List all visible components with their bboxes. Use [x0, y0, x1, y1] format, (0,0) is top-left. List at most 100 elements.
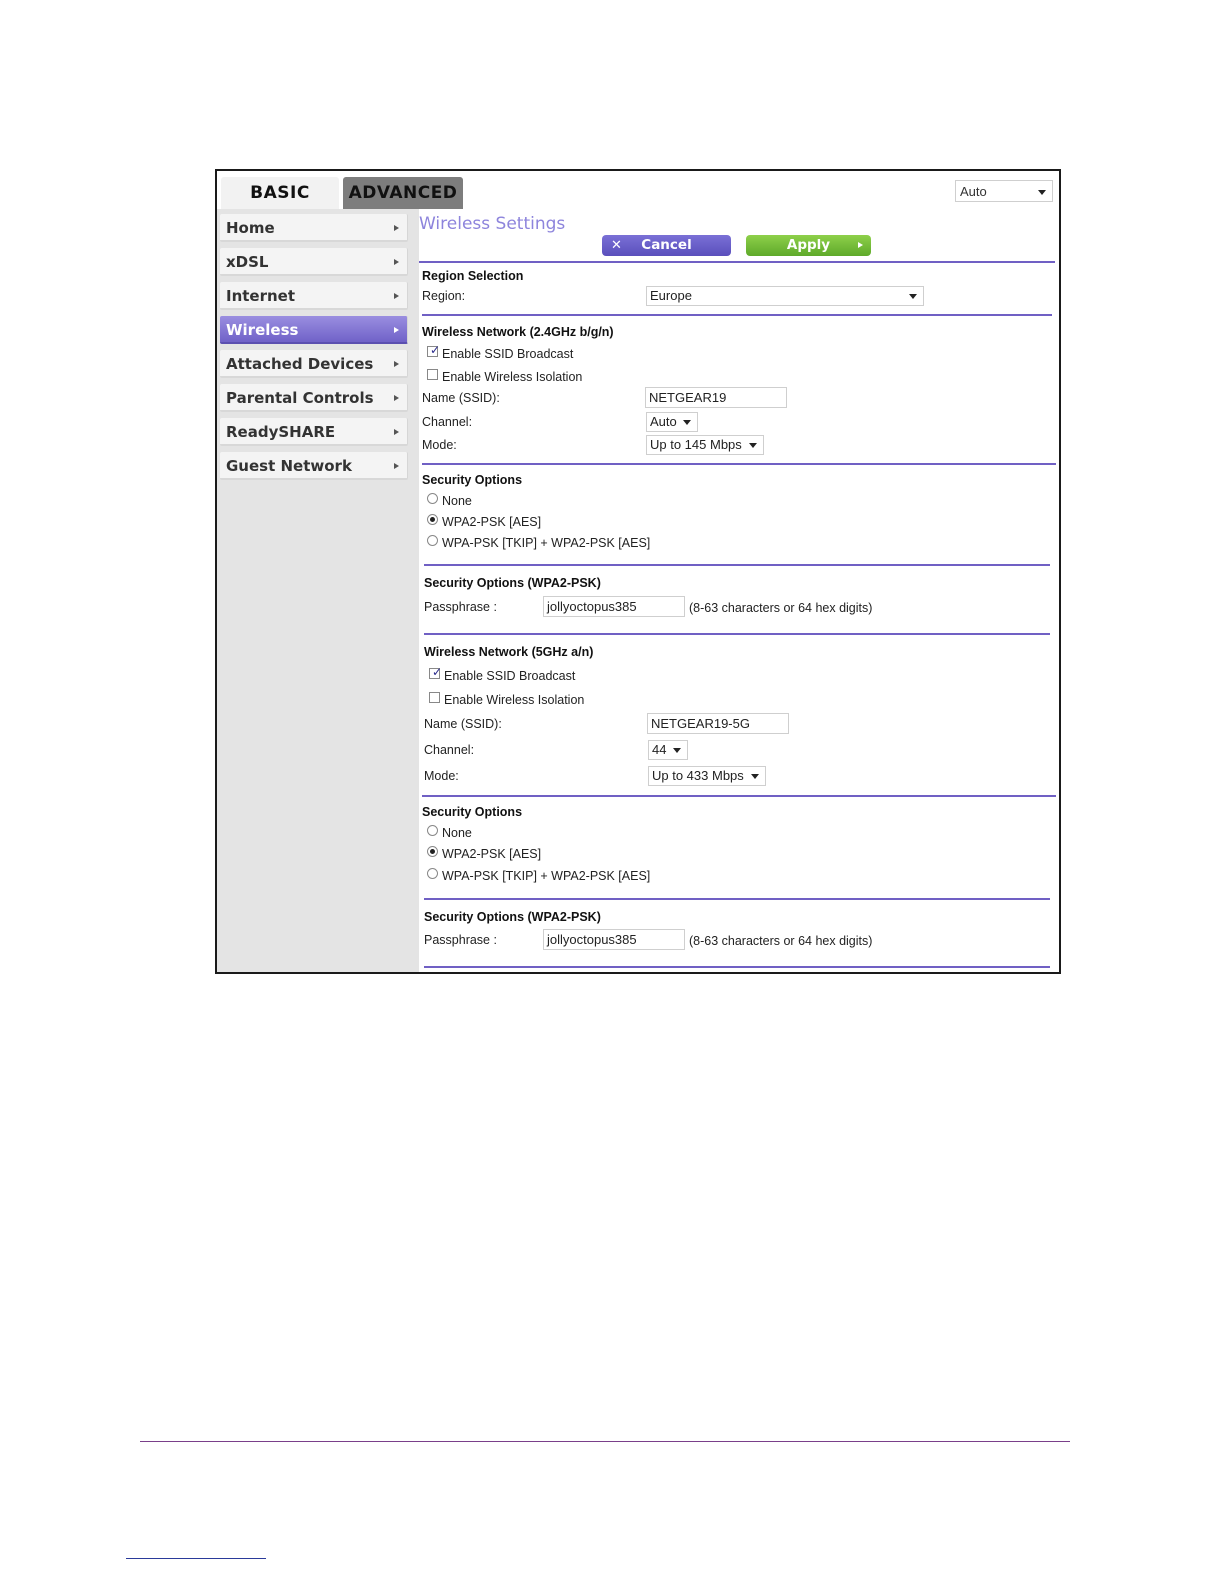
chevron-down-icon: [683, 420, 691, 425]
chevron-down-icon: [1038, 190, 1046, 195]
sidebar-item-label: Parental Controls: [226, 389, 374, 407]
passphrase-24-input[interactable]: jollyoctopus385: [543, 596, 685, 617]
channel-24-value: Auto: [650, 414, 677, 429]
ssid-24-input[interactable]: NETGEAR19: [645, 387, 787, 408]
mode-5g-select[interactable]: Up to 433 Mbps: [648, 766, 766, 786]
mode-24-select[interactable]: Up to 145 Mbps: [646, 435, 764, 455]
chevron-right-icon: [394, 293, 399, 299]
sidebar-item-label: Home: [226, 219, 275, 237]
sidebar-item-label: xDSL: [226, 253, 269, 271]
passphrase-5g-input[interactable]: jollyoctopus385: [543, 929, 685, 950]
channel-5g-value: 44: [652, 742, 667, 757]
chevron-right-icon: [394, 327, 399, 333]
sidebar-item-label: Internet: [226, 287, 296, 305]
chevron-down-icon: [751, 774, 759, 779]
mode-24-label: Mode:: [422, 438, 457, 452]
sidebar-item-readyshare[interactable]: ReadySHARE: [220, 418, 408, 446]
chevron-down-icon: [909, 294, 917, 299]
chevron-right-icon: [394, 259, 399, 265]
divider: [424, 966, 1050, 968]
divider: [422, 314, 1052, 316]
sidebar-item-label: Wireless: [226, 321, 299, 339]
chevron-right-icon: [394, 225, 399, 231]
region-select[interactable]: Europe: [646, 286, 924, 306]
ssid-24-label: Name (SSID):: [422, 391, 500, 405]
channel-5g-select[interactable]: 44: [648, 740, 688, 760]
security-5g-heading: Security Options: [422, 805, 523, 819]
security-24-none-radio[interactable]: [427, 493, 438, 504]
passphrase-5g-hint: (8-63 characters or 64 hex digits): [689, 934, 873, 948]
cancel-button-label: Cancel: [641, 237, 692, 253]
security-5g-none-radio[interactable]: [427, 825, 438, 836]
chevron-down-icon: [673, 748, 681, 753]
security-5g-mixed-label: WPA-PSK [TKIP] + WPA2-PSK [AES]: [442, 869, 651, 883]
sidebar-item-internet[interactable]: Internet: [220, 282, 408, 310]
psk-5g-heading: Security Options (WPA2-PSK): [424, 910, 601, 924]
ssid-broadcast-5g-label: Enable SSID Broadcast: [444, 669, 576, 683]
wireless-isolation-5g-label: Enable Wireless Isolation: [444, 693, 585, 707]
chevron-right-icon: [394, 463, 399, 469]
wireless-isolation-24-label: Enable Wireless Isolation: [442, 370, 583, 384]
cancel-button[interactable]: ✕ Cancel: [602, 235, 731, 256]
main-content: Wireless Settings ✕ Cancel Apply Region …: [419, 209, 1059, 972]
security-5g-mixed-radio[interactable]: [427, 868, 438, 879]
security-24-heading: Security Options: [422, 473, 523, 487]
router-admin-screenshot: BASIC ADVANCED Auto Home xDSL Internet W…: [215, 169, 1061, 974]
security-24-none-label: None: [442, 494, 472, 508]
passphrase-24-hint: (8-63 characters or 64 hex digits): [689, 601, 873, 615]
wireless-isolation-24-checkbox[interactable]: [427, 369, 438, 380]
sidebar-item-parental-controls[interactable]: Parental Controls: [220, 384, 408, 412]
security-24-mixed-radio[interactable]: [427, 535, 438, 546]
ssid-5g-input[interactable]: NETGEAR19-5G: [647, 713, 789, 734]
security-24-wpa2-radio[interactable]: [427, 514, 438, 525]
checkmark-icon: ✓: [430, 343, 441, 357]
divider: [422, 463, 1056, 465]
sidebar-item-label: Attached Devices: [226, 355, 374, 373]
passphrase-5g-label: Passphrase :: [424, 933, 497, 947]
security-5g-none-label: None: [442, 826, 472, 840]
apply-button[interactable]: Apply: [746, 235, 871, 256]
chevron-right-icon: [394, 429, 399, 435]
chevron-down-icon: [749, 443, 757, 448]
security-5g-wpa2-label: WPA2-PSK [AES]: [442, 847, 542, 861]
mode-24-value: Up to 145 Mbps: [650, 437, 742, 452]
chevron-right-icon: [394, 395, 399, 401]
play-arrow-icon: [858, 242, 863, 248]
divider: [424, 633, 1050, 635]
ssid-broadcast-5g-checkbox[interactable]: ✓: [429, 665, 443, 679]
divider: [422, 795, 1056, 797]
ssid-broadcast-24-checkbox[interactable]: ✓: [427, 343, 441, 357]
tab-basic[interactable]: BASIC: [221, 177, 339, 209]
region-heading: Region Selection: [422, 269, 524, 283]
divider: [424, 898, 1050, 900]
footer-rule: [140, 1441, 1070, 1442]
wireless-isolation-5g-checkbox[interactable]: [429, 692, 440, 703]
radio-selected-dot: [430, 517, 435, 522]
chevron-right-icon: [394, 361, 399, 367]
checkmark-icon: ✓: [432, 665, 443, 679]
wireless-24-heading: Wireless Network (2.4GHz b/g/n): [422, 325, 614, 339]
apply-button-label: Apply: [786, 237, 831, 253]
security-5g-wpa2-radio[interactable]: [427, 846, 438, 857]
ssid-broadcast-24-label: Enable SSID Broadcast: [442, 347, 574, 361]
sidebar-item-wireless[interactable]: Wireless: [220, 316, 408, 344]
sidebar-item-label: ReadySHARE: [226, 423, 336, 441]
mode-5g-value: Up to 433 Mbps: [652, 768, 744, 783]
tab-advanced[interactable]: ADVANCED: [343, 177, 463, 209]
divider: [424, 564, 1050, 566]
wireless-5g-heading: Wireless Network (5GHz a/n): [424, 645, 594, 659]
language-select-value: Auto: [960, 184, 987, 199]
psk-24-heading: Security Options (WPA2-PSK): [424, 576, 601, 590]
language-select[interactable]: Auto: [955, 180, 1053, 202]
region-select-value: Europe: [650, 288, 692, 303]
sidebar-item-xdsl[interactable]: xDSL: [220, 248, 408, 276]
sidebar-item-home[interactable]: Home: [220, 214, 408, 242]
page-title: Wireless Settings: [419, 214, 566, 234]
mode-5g-label: Mode:: [424, 769, 459, 783]
security-24-mixed-label: WPA-PSK [TKIP] + WPA2-PSK [AES]: [442, 536, 651, 550]
radio-selected-dot: [430, 849, 435, 854]
channel-5g-label: Channel:: [424, 743, 475, 757]
sidebar-item-guest-network[interactable]: Guest Network: [220, 452, 408, 480]
sidebar-item-attached-devices[interactable]: Attached Devices: [220, 350, 408, 378]
channel-24-select[interactable]: Auto: [646, 412, 698, 432]
